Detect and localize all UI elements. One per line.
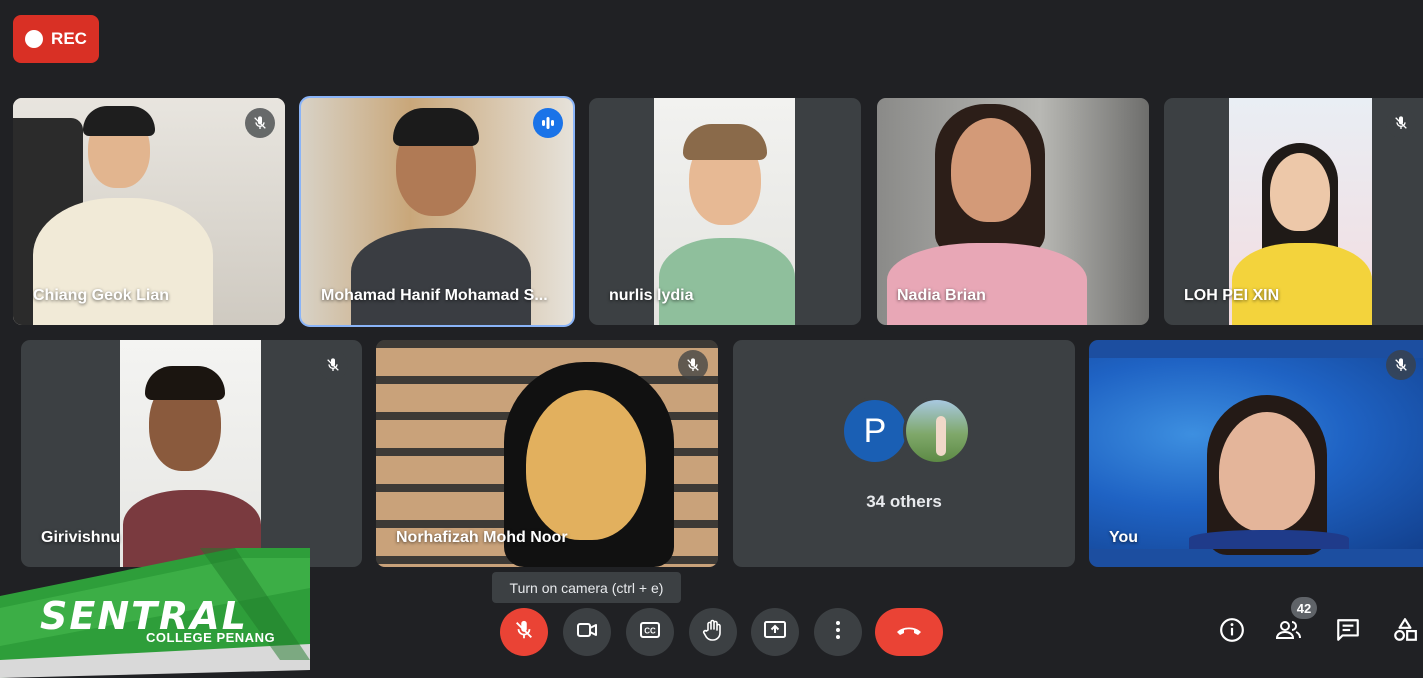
participant-tile-nadia[interactable]: Nadia Brian	[877, 98, 1149, 325]
captions-button[interactable]: CC	[626, 608, 674, 656]
mic-off-icon	[678, 350, 708, 380]
people-count-badge: 42	[1291, 597, 1317, 619]
leave-call-button[interactable]	[875, 608, 943, 656]
camera-icon	[575, 618, 599, 647]
participant-tile-loh[interactable]: LOH PEI XIN	[1164, 98, 1423, 325]
person-body	[659, 238, 795, 325]
person-body	[33, 198, 213, 325]
participant-tile-norhafizah[interactable]: Norhafizah Mohd Noor	[376, 340, 718, 567]
mic-off-icon	[245, 108, 275, 138]
person-body	[887, 243, 1087, 325]
person-body	[1232, 243, 1372, 325]
present-button[interactable]	[751, 608, 799, 656]
svg-text:CC: CC	[644, 626, 656, 635]
chat-icon	[1335, 617, 1361, 648]
record-dot-icon	[25, 30, 44, 48]
camera-toggle-button[interactable]	[563, 608, 611, 656]
info-icon	[1219, 617, 1245, 648]
end-call-icon	[894, 620, 924, 645]
mic-toggle-button[interactable]	[500, 608, 548, 656]
participant-name: You	[1109, 529, 1139, 546]
person-hair	[83, 106, 155, 136]
mic-off-icon	[513, 619, 535, 646]
participant-name: LOH PEI XIN	[1184, 287, 1280, 304]
camera-tooltip: Turn on camera (ctrl + e)	[492, 572, 681, 603]
captions-icon: CC	[638, 618, 662, 647]
person-hair	[393, 108, 479, 146]
participant-tile-girivishnu[interactable]: Girivishnu	[21, 340, 362, 567]
participant-tile-nurlis[interactable]: nurlis lydia	[589, 98, 861, 325]
person-hair	[145, 366, 225, 400]
participant-tile-chiang[interactable]: Chiang Geok Lian	[13, 98, 285, 325]
recording-label: REC	[51, 29, 87, 48]
participant-name: Norhafizah Mohd Noor	[396, 529, 568, 546]
person-body	[351, 228, 531, 325]
mic-off-icon	[318, 350, 348, 380]
present-icon	[763, 618, 787, 647]
participant-name: Girivishnu	[41, 529, 121, 546]
recording-badge[interactable]: REC	[13, 15, 99, 63]
speaking-indicator-icon	[533, 108, 563, 138]
more-options-button[interactable]	[814, 608, 862, 656]
activities-icon	[1392, 617, 1418, 648]
others-tile[interactable]: P 34 others	[733, 340, 1075, 567]
participant-name: Chiang Geok Lian	[33, 287, 170, 304]
person-head	[1219, 412, 1315, 532]
participant-name: Mohamad Hanif Mohamad S...	[321, 287, 548, 304]
person-body	[1189, 530, 1349, 549]
person-head	[1270, 153, 1330, 231]
others-count: 34 others	[866, 492, 942, 511]
participant-tile-you[interactable]: You	[1089, 340, 1423, 567]
participant-tile-mohamad[interactable]: Mohamad Hanif Mohamad S...	[299, 96, 575, 327]
brand-subtitle: COLLEGE PENANG	[146, 630, 276, 645]
person-face	[951, 118, 1031, 222]
hand-icon	[701, 618, 725, 647]
meeting-details-button[interactable]	[1212, 612, 1252, 652]
people-icon	[1274, 617, 1304, 648]
mic-off-icon	[1386, 108, 1416, 138]
avatar: P	[841, 397, 909, 465]
participant-name: nurlis lydia	[609, 287, 694, 304]
participant-name: Nadia Brian	[897, 287, 986, 304]
chat-button[interactable]	[1328, 612, 1368, 652]
person-hair	[683, 124, 767, 160]
activities-button[interactable]	[1386, 612, 1423, 652]
more-vert-icon	[826, 618, 850, 647]
others-avatar-group: P	[841, 397, 971, 465]
avatar-photo	[903, 397, 971, 465]
mic-off-icon	[1386, 350, 1416, 380]
person-head	[526, 390, 646, 540]
raise-hand-button[interactable]	[689, 608, 737, 656]
